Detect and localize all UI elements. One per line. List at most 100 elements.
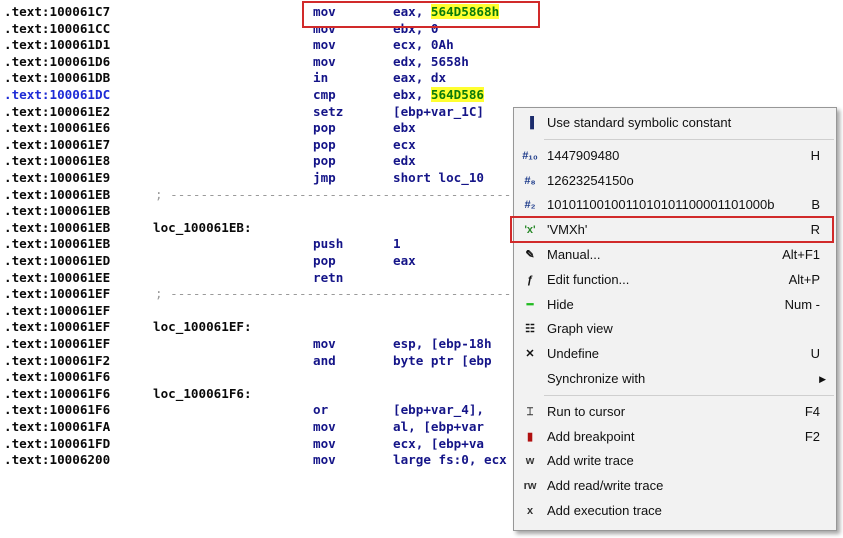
menu-item-label: Manual... xyxy=(547,247,601,262)
menu-item-label: 'VMXh' xyxy=(547,222,588,238)
octal-icon: #₈ xyxy=(524,174,536,187)
mnemonic: mov xyxy=(313,37,336,53)
operands[interactable]: ebx, 0 xyxy=(393,20,439,37)
menu-item-char[interactable]: 'x' 'VMXh' R xyxy=(514,218,836,242)
menu-item-shortcut: U xyxy=(810,346,820,362)
address: .text:100061CC xyxy=(4,20,111,36)
operand-text: ecx, 0Ah xyxy=(393,37,454,53)
operand-text: [ebp+var_1C] xyxy=(393,103,484,119)
address: .text:100061F2 xyxy=(4,352,111,368)
menu-item-synchronize-with[interactable]: Synchronize with ▶ xyxy=(514,367,836,391)
operands[interactable]: [ebp+var_4], xyxy=(393,401,492,418)
menu-item-label: Synchronize with xyxy=(547,371,646,386)
menu-item-add-execution-trace[interactable]: x Add execution trace xyxy=(514,499,836,523)
address: .text:100061DC xyxy=(4,87,111,102)
operands[interactable]: ecx, [ebp+va xyxy=(393,435,484,452)
operand-text: esp, [ebp-18h xyxy=(393,336,492,351)
code-label: loc_100061F6: xyxy=(153,385,252,401)
address: .text:100061EF xyxy=(4,286,111,302)
address: .text:100061EB xyxy=(4,236,111,252)
menu-item-label: 12623254150o xyxy=(547,172,634,188)
mnemonic: or xyxy=(313,402,329,418)
menu-item-label: Add breakpoint xyxy=(547,428,635,444)
immediate-operand[interactable]: 564D586 xyxy=(430,87,484,102)
operands[interactable]: edx xyxy=(393,152,416,169)
menu-item-label: Add execution trace xyxy=(547,503,662,518)
operand-text: ebx xyxy=(393,120,416,136)
operands[interactable]: eax, 564D5868h xyxy=(393,3,500,20)
binary-icon: #₂ xyxy=(524,199,536,212)
graph-icon: ☷ xyxy=(525,323,535,336)
address: .text:100061E8 xyxy=(4,153,111,169)
address: .text:100061EB xyxy=(4,219,111,235)
operands[interactable]: large fs:0, ecx xyxy=(393,451,507,468)
operands[interactable]: short loc_10 xyxy=(393,169,484,186)
menu-item-decimal[interactable]: #₁₀ 1447909480 H xyxy=(514,144,836,168)
menu-item-label: Graph view xyxy=(547,321,613,337)
address: .text:100061FD xyxy=(4,435,111,451)
operands[interactable]: esp, [ebp-18h xyxy=(393,335,492,352)
execution-trace-icon: x xyxy=(526,505,534,517)
menu-item-run-to-cursor[interactable]: ⌶ Run to cursor F4 xyxy=(514,400,836,424)
operands[interactable]: ebx, 564D586 xyxy=(393,86,484,103)
decimal-icon: #₁₀ xyxy=(522,149,538,162)
menu-item-edit-function[interactable]: ƒ Edit function... Alt+P xyxy=(514,268,836,292)
menu-item-add-read-write-trace[interactable]: rw Add read/write trace xyxy=(514,474,836,498)
operand-text: edx xyxy=(393,153,416,169)
address: .text:100061D1 xyxy=(4,37,111,53)
menu-item-manual[interactable]: ✎ Manual... Alt+F1 xyxy=(514,243,836,267)
operands[interactable]: byte ptr [ebp xyxy=(393,352,492,369)
submenu-arrow-icon: ▶ xyxy=(819,374,826,384)
menu-separator xyxy=(544,394,834,396)
mnemonic: cmp xyxy=(313,87,336,102)
menu-item-binary[interactable]: #₂ 1010110010011010101100001101000b B xyxy=(514,193,836,217)
code-label: loc_100061EB: xyxy=(153,219,252,235)
mnemonic: mov xyxy=(313,53,336,69)
operands[interactable]: ecx, 0Ah xyxy=(393,36,454,53)
address: .text:100061EF xyxy=(4,336,111,351)
operands[interactable]: ecx xyxy=(393,136,416,153)
write-trace-icon: w xyxy=(525,455,535,468)
run-to-cursor-icon: ⌶ xyxy=(526,405,534,418)
menu-item-use-standard-symbolic-constant[interactable]: ▐ Use standard symbolic constant xyxy=(514,111,836,135)
operands[interactable]: ebx xyxy=(393,119,416,136)
menu-item-label: Undefine xyxy=(547,346,600,362)
address: .text:100061D6 xyxy=(4,53,111,69)
menu-item-octal[interactable]: #₈ 12623254150o xyxy=(514,169,836,193)
operand-text: [ebp+var_4], xyxy=(393,402,492,418)
menu-item-add-breakpoint[interactable]: ▮ Add breakpoint F2 xyxy=(514,425,836,449)
menu-item-shortcut: Alt+P xyxy=(788,271,820,287)
mnemonic: mov xyxy=(313,452,336,468)
immediate-operand[interactable]: 564D5868h xyxy=(430,4,500,19)
undefine-icon: ✕ xyxy=(525,348,535,361)
operands[interactable]: eax xyxy=(393,252,416,269)
menu-item-shortcut: F2 xyxy=(804,428,820,444)
address: .text:100061E6 xyxy=(4,120,111,136)
address: .text:100061E9 xyxy=(4,170,111,185)
operands[interactable]: eax, dx xyxy=(393,69,446,86)
menu-item-label: 1010110010011010101100001101000b xyxy=(547,197,775,213)
menu-item-graph-view[interactable]: ☷ Graph view xyxy=(514,317,836,341)
read-write-trace-icon: rw xyxy=(523,480,537,493)
menu-item-label: Hide xyxy=(547,296,574,312)
address: .text:100061EF xyxy=(4,319,111,335)
breakpoint-icon: ▮ xyxy=(526,430,534,443)
menu-item-label: 1447909480 xyxy=(547,147,620,163)
address: .text:100061C7 xyxy=(4,4,111,19)
menu-item-add-write-trace[interactable]: w Add write trace xyxy=(514,449,836,473)
operands[interactable]: al, [ebp+var xyxy=(393,418,484,435)
operand-text: ecx xyxy=(393,136,416,152)
mnemonic: and xyxy=(313,352,336,368)
operands[interactable]: [ebp+var_1C] xyxy=(393,103,484,120)
address: .text:100061EF xyxy=(4,302,111,318)
operand-text: eax, xyxy=(393,4,431,19)
mnemonic: in xyxy=(313,70,329,86)
menu-item-hide[interactable]: ━ Hide Num - xyxy=(514,293,836,317)
operand-text: eax xyxy=(393,253,416,268)
address: .text:100061F6 xyxy=(4,402,111,418)
operands[interactable]: 1 xyxy=(393,235,401,252)
operands[interactable]: edx, 5658h xyxy=(393,53,469,70)
mnemonic: mov xyxy=(313,419,336,434)
mnemonic: pop xyxy=(313,253,336,268)
menu-item-undefine[interactable]: ✕ Undefine U xyxy=(514,342,836,366)
